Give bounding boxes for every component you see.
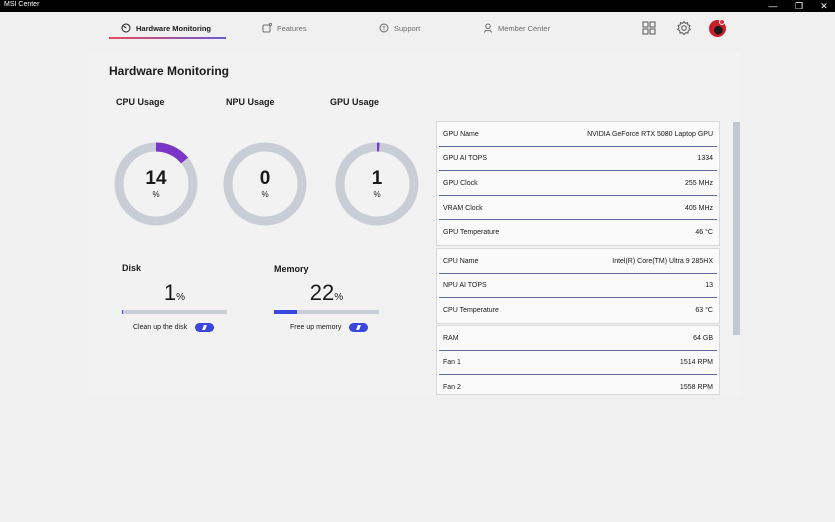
cpu-usage-gauge: 14 % [113, 141, 199, 227]
tab-label: Support [394, 23, 421, 33]
memory-usage-fill [274, 310, 298, 314]
gear-icon[interactable] [676, 20, 692, 36]
tab-features[interactable]: Features [262, 18, 307, 38]
npu-usage-label: NPU Usage [226, 97, 275, 107]
info-value: 63 °C [695, 306, 713, 314]
info-value: 1334 [697, 155, 713, 163]
cpu-usage-unit: % [152, 190, 160, 199]
system-info-table: RAM 64 GB Fan 1 1514 RPM Fan 2 1558 RPM [436, 325, 720, 395]
gpu-usage-unit: % [373, 190, 381, 199]
cpu-info-table: CPU Name Intel(R) Core(TM) Ultra 9 285HX … [436, 248, 720, 324]
info-row: GPU Temperature 46 °C [437, 219, 719, 245]
npu-usage-value: 0 [259, 168, 271, 189]
tab-member-center[interactable]: Member Center [483, 18, 550, 38]
info-row: CPU Temperature 63 °C [437, 297, 719, 323]
disk-label: Disk [122, 263, 142, 273]
info-value: 46 °C [695, 229, 713, 237]
info-key: GPU AI TOPS [443, 155, 488, 163]
info-key: NPU AI TOPS [443, 282, 487, 290]
disk-usage-bar [122, 310, 227, 314]
info-row: Fan 2 1558 RPM [437, 374, 719, 394]
page-title: Hardware Monitoring [109, 64, 230, 78]
active-tab-indicator [109, 37, 226, 39]
gpu-info-table: GPU Name NVIDIA GeForce RTX 5080 Laptop G… [436, 121, 720, 246]
memory-value: 22% [274, 280, 379, 306]
tab-label: Member Center [498, 23, 551, 33]
gpu-usage-label: GPU Usage [330, 97, 380, 107]
info-value: 13 [705, 282, 713, 290]
clean-disk-button[interactable] [195, 323, 215, 332]
tab-support[interactable]: Support [379, 18, 420, 38]
close-button[interactable]: ✕ [813, 0, 835, 12]
disk-usage-fill [122, 310, 124, 314]
info-row: GPU Clock 255 MHz [437, 170, 719, 196]
support-icon [379, 23, 389, 33]
info-value: 255 MHz [684, 179, 713, 187]
info-key: Fan 1 [443, 359, 461, 367]
disk-value: 1% [122, 280, 227, 306]
memory-label: Memory [274, 264, 309, 274]
info-value: NVIDIA GeForce RTX 5080 Laptop GPU [587, 130, 713, 138]
info-row: CPU Name Intel(R) Core(TM) Ultra 9 285HX [437, 249, 719, 274]
disk-value-unit: % [176, 292, 186, 303]
tab-hardware-monitoring[interactable]: Hardware Monitoring [121, 18, 211, 38]
npu-usage-gauge: 0 % [222, 141, 308, 227]
info-key: CPU Name [443, 257, 479, 265]
info-row: GPU AI TOPS 1334 [437, 145, 719, 172]
info-key: Fan 2 [443, 383, 461, 391]
scrollbar[interactable] [733, 122, 740, 335]
member-icon [483, 23, 493, 33]
app-title: MSI Center [4, 1, 40, 8]
clean-disk-action[interactable]: Clean up the disk [133, 323, 215, 332]
npu-usage-unit: % [261, 190, 269, 199]
free-memory-action[interactable]: Free up memory [290, 323, 369, 332]
gauge-icon [121, 23, 131, 33]
info-row: NPU AI TOPS 13 [437, 272, 719, 299]
info-value: 64 GB [693, 334, 713, 342]
restore-button[interactable]: ❐ [788, 0, 810, 12]
info-row: GPU Name NVIDIA GeForce RTX 5080 Laptop G… [437, 122, 719, 147]
info-key: RAM [443, 334, 459, 342]
info-value: 1558 RPM [679, 383, 713, 391]
info-key: VRAM Clock [443, 204, 483, 212]
clean-disk-label: Clean up the disk [133, 324, 188, 331]
info-value: Intel(R) Core(TM) Ultra 9 285HX [612, 257, 713, 265]
info-value: 405 MHz [684, 204, 713, 212]
info-row: VRAM Clock 405 MHz [437, 194, 719, 221]
free-memory-button[interactable] [349, 323, 369, 332]
info-value: 1514 RPM [679, 359, 713, 367]
info-key: GPU Temperature [443, 229, 500, 237]
free-memory-label: Free up memory [290, 324, 342, 331]
info-row: RAM 64 GB [437, 326, 719, 351]
title-bar: MSI Center — ❐ ✕ [0, 0, 835, 12]
minimize-button[interactable]: — [762, 0, 784, 12]
grid-icon[interactable] [641, 20, 657, 36]
gpu-usage-gauge: 1 % [334, 141, 420, 227]
info-key: GPU Name [443, 130, 479, 138]
memory-value-unit: % [334, 292, 344, 303]
gpu-usage-value: 1 [371, 168, 383, 189]
cpu-usage-value: 14 [145, 168, 167, 189]
tab-label: Hardware Monitoring [136, 23, 212, 33]
disk-value-number: 1 [163, 280, 177, 305]
notification-dot [719, 19, 725, 25]
features-icon [262, 23, 272, 33]
tab-label: Features [277, 23, 307, 33]
cpu-usage-label: CPU Usage [116, 97, 165, 107]
info-key: CPU Temperature [443, 306, 499, 314]
info-key: GPU Clock [443, 179, 478, 187]
memory-usage-bar [274, 310, 379, 314]
memory-value-number: 22 [309, 280, 335, 305]
info-row: Fan 1 1514 RPM [437, 349, 719, 376]
